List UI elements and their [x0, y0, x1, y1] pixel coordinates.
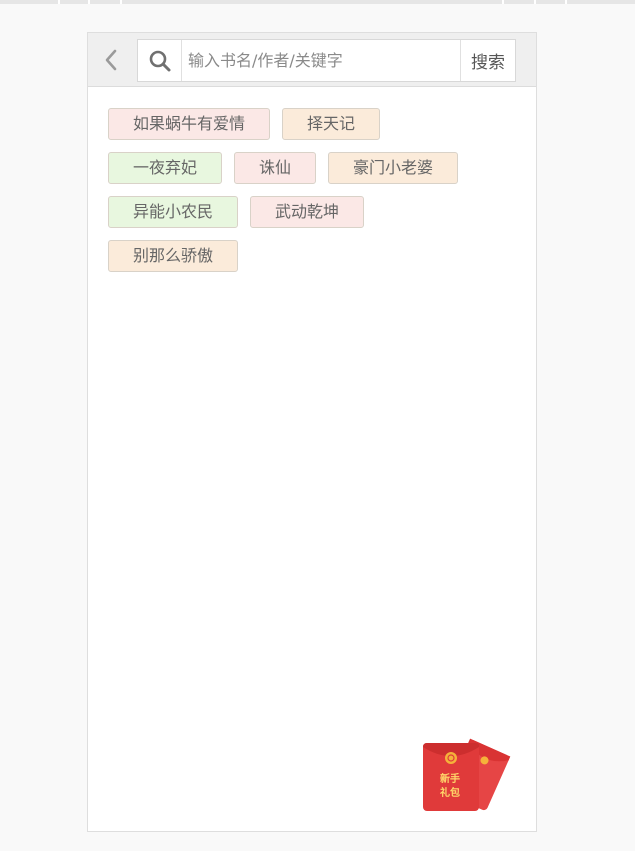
gift-label-line2: 礼包 — [440, 788, 460, 799]
strip-divider — [534, 0, 536, 4]
search-box: 搜索 — [137, 39, 516, 82]
back-button[interactable] — [100, 47, 124, 73]
hot-tags: 如果蜗牛有爱情 择天记 一夜弃妃 诛仙 豪门小老婆 异能小农民 武动乾坤 别那么… — [108, 108, 518, 284]
tag-item[interactable]: 武动乾坤 — [250, 196, 365, 228]
gift-label-line1: 新手 — [440, 774, 460, 785]
search-icon-wrap[interactable] — [138, 40, 182, 81]
tag-item[interactable]: 别那么骄傲 — [108, 240, 239, 272]
gift-label: 新手 礼包 — [430, 773, 470, 801]
strip-divider — [88, 0, 90, 4]
tag-item[interactable]: 诛仙 — [234, 152, 317, 184]
app-frame: 搜索 如果蜗牛有爱情 择天记 一夜弃妃 诛仙 豪门小老婆 异能小农民 武动乾坤 … — [87, 32, 537, 832]
tag-item[interactable]: 一夜弃妃 — [108, 152, 223, 184]
tag-item[interactable]: 择天记 — [282, 108, 381, 140]
chevron-left-icon — [105, 49, 117, 71]
search-icon — [149, 50, 171, 72]
tag-row: 一夜弃妃 诛仙 豪门小老婆 — [108, 152, 518, 184]
strip-divider — [502, 0, 504, 4]
strip-divider — [565, 0, 567, 4]
search-input[interactable] — [184, 41, 462, 80]
tag-row: 别那么骄傲 — [108, 240, 518, 272]
search-header: 搜索 — [88, 33, 536, 87]
strip-divider — [120, 0, 122, 4]
tag-item[interactable]: 如果蜗牛有爱情 — [108, 108, 271, 140]
tag-item[interactable]: 异能小农民 — [108, 196, 239, 228]
tag-row: 异能小农民 武动乾坤 — [108, 196, 518, 228]
tag-item[interactable]: 豪门小老婆 — [328, 152, 459, 184]
search-button[interactable]: 搜索 — [460, 40, 515, 81]
newbie-gift-button[interactable]: 新手 礼包 — [420, 735, 512, 815]
strip-divider — [58, 0, 60, 4]
tag-row: 如果蜗牛有爱情 择天记 — [108, 108, 518, 140]
browser-top-strip — [0, 0, 635, 4]
